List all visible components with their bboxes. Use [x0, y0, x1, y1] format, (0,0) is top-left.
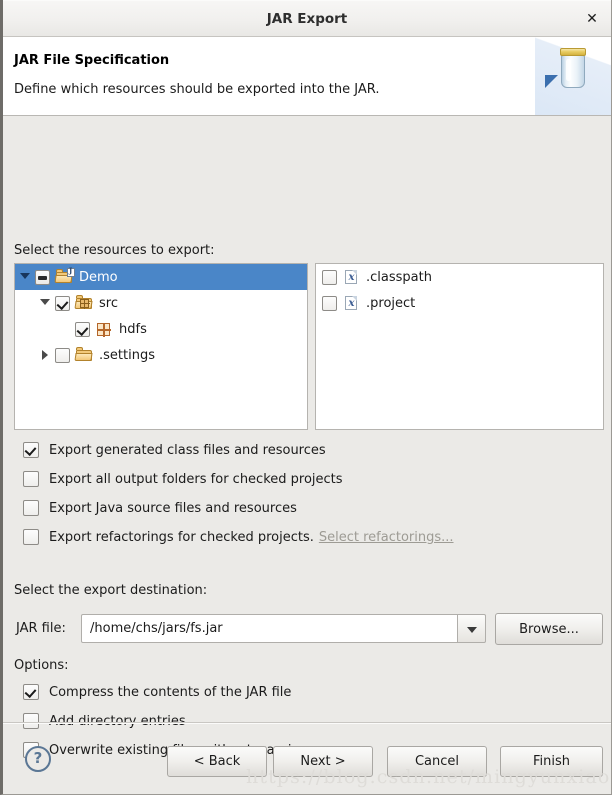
checkbox-export-all-output-folders[interactable]	[23, 471, 39, 487]
list-item-classpath[interactable]: .classpath	[316, 264, 603, 290]
option-label: Export all output folders for checked pr…	[49, 471, 343, 487]
option-label: Compress the contents of the JAR file	[49, 684, 292, 700]
checkbox-demo[interactable]	[35, 269, 50, 285]
footer-divider	[3, 722, 611, 723]
xml-file-icon	[342, 269, 361, 285]
jar-file-label: JAR file:	[16, 621, 66, 636]
resource-tree[interactable]: Demo src hdfs	[14, 263, 308, 430]
checkbox-src[interactable]	[55, 295, 70, 311]
option-label: Export refactorings for checked projects…	[49, 529, 314, 545]
java-package-icon	[95, 321, 114, 337]
tree-item-src[interactable]: src	[15, 290, 307, 316]
tree-item-settings[interactable]: .settings	[15, 342, 307, 368]
checkbox-compress-contents[interactable]	[23, 684, 39, 700]
chevron-down-icon[interactable]	[35, 290, 55, 316]
list-item-project[interactable]: .project	[316, 290, 603, 316]
finish-button[interactable]: Finish	[500, 746, 603, 777]
checkbox-add-directory-entries[interactable]	[23, 713, 39, 729]
next-button[interactable]: Next >	[273, 746, 373, 777]
tree-item-hdfs[interactable]: hdfs	[15, 316, 307, 342]
folder-icon	[74, 347, 94, 363]
option-label: Export generated class files and resourc…	[49, 442, 326, 458]
tree-item-label: Demo	[79, 269, 118, 285]
option-label: Export Java source files and resources	[49, 500, 297, 516]
checkbox-export-refactorings[interactable]	[23, 529, 39, 545]
destination-label: Select the export destination:	[14, 583, 208, 598]
option-export-refactorings[interactable]: Export refactorings for checked projects…	[23, 529, 454, 545]
jar-export-banner-icon	[535, 37, 611, 115]
option-export-java-source-files[interactable]: Export Java source files and resources	[23, 500, 297, 516]
checkbox-export-java-source-files[interactable]	[23, 500, 39, 516]
option-export-generated-class-files[interactable]: Export generated class files and resourc…	[23, 442, 326, 458]
back-button[interactable]: < Back	[167, 746, 267, 777]
chevron-down-icon[interactable]	[458, 614, 486, 643]
close-icon[interactable]: ✕	[581, 9, 603, 31]
source-folder-icon	[74, 295, 94, 311]
xml-file-icon	[342, 295, 361, 311]
chevron-down-icon[interactable]	[15, 264, 35, 290]
help-icon[interactable]	[25, 746, 51, 772]
browse-button[interactable]: Browse...	[495, 613, 603, 645]
java-project-folder-icon	[54, 266, 75, 285]
option-export-all-output-folders[interactable]: Export all output folders for checked pr…	[23, 471, 343, 487]
list-item-label: .project	[366, 295, 416, 311]
jar-export-dialog: JAR Export ✕ JAR File Specification Defi…	[0, 0, 612, 795]
chevron-right-icon[interactable]	[35, 342, 55, 368]
options-label: Options:	[14, 658, 69, 673]
dialog-body: Select the resources to export: Demo	[3, 116, 611, 794]
list-item-label: .classpath	[366, 269, 432, 285]
tree-item-demo[interactable]: Demo	[15, 264, 307, 290]
tree-item-label: hdfs	[119, 321, 147, 337]
option-compress-contents[interactable]: Compress the contents of the JAR file	[23, 684, 291, 700]
page-title: JAR File Specification	[14, 53, 170, 68]
tree-item-label: src	[99, 295, 118, 311]
page-description: Define which resources should be exporte…	[14, 82, 380, 97]
checkbox-hdfs[interactable]	[75, 321, 90, 337]
window-title: JAR Export	[266, 11, 348, 27]
dialog-header: JAR File Specification Define which reso…	[3, 37, 611, 116]
checkbox-settings[interactable]	[55, 347, 70, 363]
checkbox-classpath[interactable]	[322, 269, 337, 285]
tree-item-label: .settings	[99, 347, 155, 363]
resource-file-list[interactable]: .classpath .project	[315, 263, 604, 430]
window-titlebar: JAR Export ✕	[3, 0, 611, 37]
jar-file-input[interactable]: /home/chs/jars/fs.jar	[81, 614, 458, 643]
cancel-button[interactable]: Cancel	[387, 746, 487, 777]
select-refactorings-link[interactable]: Select refactorings...	[319, 530, 454, 545]
option-label: Add directory entries	[49, 713, 186, 729]
resources-label: Select the resources to export:	[14, 243, 215, 258]
checkbox-project[interactable]	[322, 295, 337, 311]
option-add-directory-entries[interactable]: Add directory entries	[23, 713, 186, 729]
checkbox-export-generated-class-files[interactable]	[23, 442, 39, 458]
